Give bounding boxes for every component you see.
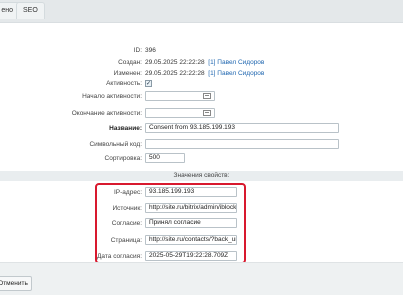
tab-seo[interactable]: SEO [16,2,45,19]
active-to-input[interactable] [145,108,215,118]
created-label: Создан: [118,59,142,66]
active-to-label: Окончание активности: [71,110,142,117]
tab-bar: ено SEO [0,0,403,22]
id-label: ID: [133,47,142,54]
code-label: Символьный код: [89,141,142,148]
code-input[interactable] [145,139,339,149]
form-footer [0,262,403,295]
active-checkbox[interactable]: ✓ [145,80,152,87]
created-user-link[interactable]: [1] Павел Сидоров [208,59,264,66]
cancel-button[interactable]: Отменить [0,276,32,291]
sort-label: Сортировка: [104,155,142,162]
created-value: 29.05.2025 22:22:28 [1] Павел Сидоров [145,59,264,66]
calendar-icon[interactable] [203,93,211,99]
modified-label: Изменен: [113,70,142,77]
id-value: 396 [145,47,156,54]
calendar-icon[interactable] [203,110,211,116]
created-date: 29.05.2025 22:22:28 [145,59,205,66]
name-label: Название: [109,125,142,132]
sort-input[interactable]: 500 [145,153,185,163]
modified-date: 29.05.2025 22:22:28 [145,70,205,77]
highlight-frame [95,183,246,264]
active-from-label: Начало активности: [82,93,142,100]
name-input[interactable]: Consent from 93.185.199.193 [145,123,339,133]
modified-value: 29.05.2025 22:22:28 [1] Павел Сидоров [145,70,264,77]
modified-user-link[interactable]: [1] Павел Сидоров [208,70,264,77]
properties-section-title: Значения свойств: [0,171,403,181]
active-from-input[interactable] [145,91,215,101]
active-label: Активность: [106,80,142,87]
